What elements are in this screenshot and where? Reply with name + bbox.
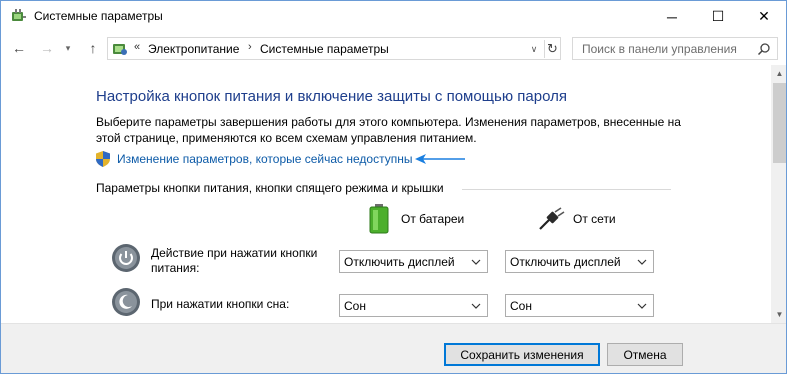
chevron-down-icon (471, 303, 481, 309)
page-description: Выберите параметры завершения работы для… (96, 114, 696, 146)
section-header: Параметры кнопки питания, кнопки спящего… (96, 181, 444, 195)
close-button[interactable]: ✕ (741, 1, 786, 32)
system-settings-window: Системные параметры ─ ☐ ✕ ← → ▾ ↑ « Элек… (0, 0, 787, 374)
section-divider (462, 189, 671, 190)
select-value: Сон (344, 299, 366, 313)
page-title: Настройка кнопок питания и включение защ… (96, 88, 567, 105)
sleep-button-battery-select[interactable]: Сон (339, 294, 488, 317)
up-button[interactable]: ↑ (83, 38, 103, 58)
address-dropdown[interactable]: ∨ (527, 41, 541, 57)
search-placeholder: Поиск в панели управления (582, 42, 737, 56)
navigation-bar: ← → ▾ ↑ « Электропитание › Системные пар… (1, 32, 786, 65)
select-value: Отключить дисплей (344, 255, 455, 269)
description-line-1: Выберите параметры завершения работы для… (96, 115, 681, 129)
scroll-up-button[interactable]: ▲ (771, 65, 786, 82)
change-unavailable-settings-link[interactable]: Изменение параметров, которые сейчас нед… (117, 152, 413, 166)
uac-shield-icon (96, 151, 110, 167)
annotation-arrow (415, 154, 465, 164)
power-plug-icon (539, 207, 565, 230)
chevron-down-icon (471, 259, 481, 265)
footer-bar: Сохранить изменения Отмена (1, 323, 786, 373)
sleep-button-ac-select[interactable]: Сон (505, 294, 654, 317)
search-input[interactable]: Поиск в панели управления (572, 37, 778, 60)
select-value: Сон (510, 299, 532, 313)
address-bar[interactable]: « Электропитание › Системные параметры ∨… (107, 37, 561, 60)
forward-button[interactable]: → (37, 38, 57, 58)
power-button-battery-select[interactable]: Отключить дисплей (339, 250, 488, 273)
column-battery-label: От батареи (401, 212, 465, 226)
sleep-button-action-label: При нажатии кнопки сна: (151, 297, 290, 311)
refresh-button[interactable]: ↻ (544, 40, 560, 58)
back-button[interactable]: ← (9, 38, 29, 58)
vertical-scrollbar[interactable]: ▲ ▼ (771, 65, 786, 323)
sleep-button-icon (112, 288, 140, 316)
minimize-button[interactable]: ─ (649, 1, 695, 32)
main-content: Настройка кнопок питания и включение защ… (1, 65, 771, 335)
control-panel-icon (113, 44, 127, 55)
chevron-down-icon (637, 259, 647, 265)
select-value: Отключить дисплей (510, 255, 621, 269)
battery-icon (369, 204, 389, 234)
breadcrumb-power-options[interactable]: Электропитание (148, 42, 239, 56)
power-button-ac-select[interactable]: Отключить дисплей (505, 250, 654, 273)
breadcrumb-separator[interactable]: › (248, 41, 252, 53)
scroll-thumb[interactable] (773, 83, 786, 163)
title-bar: Системные параметры ─ ☐ ✕ (1, 1, 786, 32)
power-button-label-line-1: Действие при нажатии кнопки (151, 246, 318, 260)
save-changes-button[interactable]: Сохранить изменения (444, 343, 600, 366)
breadcrumb-system-settings[interactable]: Системные параметры (260, 42, 389, 56)
power-button-action-label: Действие при нажатии кнопки питания: (151, 246, 317, 276)
recent-locations-dropdown[interactable]: ▾ (61, 38, 75, 58)
scroll-down-button[interactable]: ▼ (771, 306, 786, 323)
description-line-2: этой странице, применяются ко всем схема… (96, 131, 477, 145)
power-options-icon (12, 9, 26, 21)
column-ac-label: От сети (573, 212, 616, 226)
chevron-down-icon (637, 303, 647, 309)
power-button-icon (112, 244, 140, 272)
address-overflow-chevron[interactable]: « (134, 41, 140, 53)
maximize-button[interactable]: ☐ (695, 1, 741, 32)
power-button-label-line-2: питания: (151, 261, 200, 275)
search-icon[interactable] (757, 42, 771, 56)
cancel-button[interactable]: Отмена (607, 343, 683, 366)
window-title: Системные параметры (34, 9, 163, 23)
